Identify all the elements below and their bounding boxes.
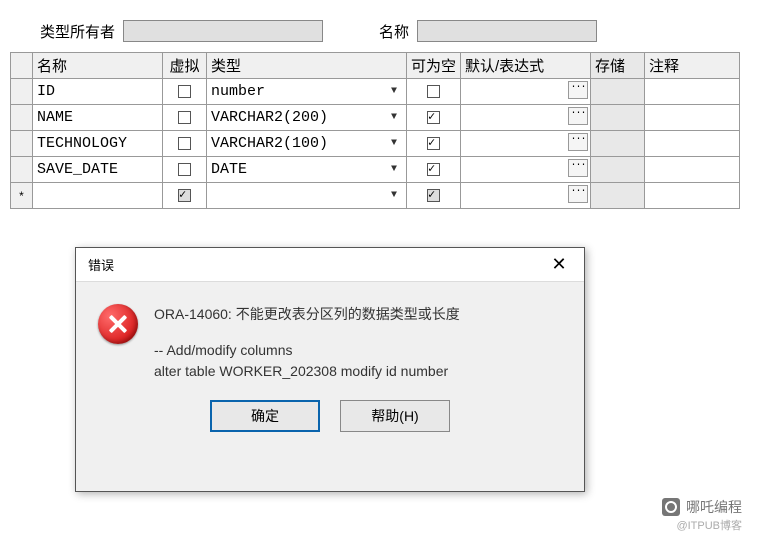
ellipsis-icon[interactable]: ···: [568, 159, 588, 177]
cell-comment[interactable]: [645, 131, 740, 157]
ellipsis-icon[interactable]: ···: [568, 133, 588, 151]
checkbox-icon[interactable]: [427, 163, 440, 176]
cell-store[interactable]: [591, 105, 645, 131]
cell-store[interactable]: [591, 157, 645, 183]
owner-input[interactable]: [123, 20, 323, 42]
checkbox-icon[interactable]: [178, 137, 191, 150]
close-icon[interactable]: ✕: [544, 254, 574, 275]
col-header-type[interactable]: 类型: [207, 53, 407, 79]
cell-virtual[interactable]: [163, 131, 207, 157]
cell-default[interactable]: ···: [461, 105, 591, 131]
cell-default[interactable]: ···: [461, 79, 591, 105]
name-filter-input[interactable]: [417, 20, 597, 42]
cell-default[interactable]: ···: [461, 131, 591, 157]
error-dialog: 错误 ✕ ORA-14060: 不能更改表分区列的数据类型或长度 -- Add/…: [75, 247, 585, 492]
dialog-titlebar[interactable]: 错误 ✕: [76, 248, 584, 282]
row-selector[interactable]: [11, 105, 33, 131]
table-row[interactable]: ID number▼ ···: [11, 79, 740, 105]
row-header-corner: [11, 53, 33, 79]
cell-comment[interactable]: [645, 105, 740, 131]
cell-name[interactable]: SAVE_DATE: [33, 157, 163, 183]
cell-name[interactable]: TECHNOLOGY: [33, 131, 163, 157]
cell-store[interactable]: [591, 183, 645, 209]
col-header-name[interactable]: 名称: [33, 53, 163, 79]
checkbox-icon[interactable]: [427, 111, 440, 124]
col-header-virtual[interactable]: 虚拟: [163, 53, 207, 79]
ok-button[interactable]: 确定: [210, 400, 320, 432]
cell-name[interactable]: ID: [33, 79, 163, 105]
dialog-title-text: 错误: [88, 255, 114, 274]
checkbox-icon[interactable]: [427, 189, 440, 202]
col-header-store[interactable]: 存储: [591, 53, 645, 79]
error-message: ORA-14060: 不能更改表分区列的数据类型或长度: [154, 304, 564, 324]
row-selector[interactable]: [11, 79, 33, 105]
cell-comment[interactable]: [645, 79, 740, 105]
cell-type[interactable]: DATE▼: [207, 157, 407, 183]
chevron-down-icon[interactable]: ▼: [386, 188, 402, 204]
table-row[interactable]: NAME VARCHAR2(200)▼ ···: [11, 105, 740, 131]
row-selector[interactable]: [11, 157, 33, 183]
error-sub-line1: -- Add/modify columns: [154, 340, 564, 361]
checkbox-icon[interactable]: [178, 163, 191, 176]
checkbox-icon[interactable]: [178, 111, 191, 124]
cell-type[interactable]: ▼: [207, 183, 407, 209]
watermark-sub: @ITPUB博客: [676, 517, 742, 533]
cell-type[interactable]: number▼: [207, 79, 407, 105]
columns-grid: 名称 虚拟 类型 可为空 默认/表达式 存储 注释 ID number▼ ···…: [10, 52, 740, 209]
ellipsis-icon[interactable]: ···: [568, 81, 588, 99]
cell-virtual[interactable]: [163, 157, 207, 183]
error-icon: [98, 304, 138, 344]
newrow-marker: *: [11, 183, 33, 209]
checkbox-icon[interactable]: [427, 137, 440, 150]
cell-store[interactable]: [591, 131, 645, 157]
watermark: 哪吒编程: [662, 497, 742, 517]
cell-nullable[interactable]: [407, 79, 461, 105]
cell-default[interactable]: ···: [461, 157, 591, 183]
cell-default[interactable]: ···: [461, 183, 591, 209]
help-button[interactable]: 帮助(H): [340, 400, 450, 432]
cell-comment[interactable]: [645, 157, 740, 183]
name-filter-label: 名称: [379, 21, 409, 42]
cell-name[interactable]: NAME: [33, 105, 163, 131]
cell-name[interactable]: [33, 183, 163, 209]
chevron-down-icon[interactable]: ▼: [386, 162, 402, 178]
new-row[interactable]: * ▼ ···: [11, 183, 740, 209]
cell-comment[interactable]: [645, 183, 740, 209]
checkbox-icon[interactable]: [178, 85, 191, 98]
col-header-nullable[interactable]: 可为空: [407, 53, 461, 79]
cell-type[interactable]: VARCHAR2(200)▼: [207, 105, 407, 131]
cell-nullable[interactable]: [407, 131, 461, 157]
cell-type[interactable]: VARCHAR2(100)▼: [207, 131, 407, 157]
col-header-comment[interactable]: 注释: [645, 53, 740, 79]
filter-bar: 类型所有者 名称: [0, 0, 760, 52]
error-sub-line2: alter table WORKER_202308 modify id numb…: [154, 361, 564, 382]
watermark-text: 哪吒编程: [686, 497, 742, 517]
checkbox-icon[interactable]: [427, 85, 440, 98]
cell-virtual[interactable]: [163, 183, 207, 209]
chevron-down-icon[interactable]: ▼: [386, 136, 402, 152]
table-row[interactable]: SAVE_DATE DATE▼ ···: [11, 157, 740, 183]
chevron-down-icon[interactable]: ▼: [386, 84, 402, 100]
ellipsis-icon[interactable]: ···: [568, 185, 588, 203]
cell-nullable[interactable]: [407, 183, 461, 209]
checkbox-icon[interactable]: [178, 189, 191, 202]
wechat-icon: [662, 498, 680, 516]
cell-nullable[interactable]: [407, 157, 461, 183]
table-row[interactable]: TECHNOLOGY VARCHAR2(100)▼ ···: [11, 131, 740, 157]
cell-nullable[interactable]: [407, 105, 461, 131]
cell-virtual[interactable]: [163, 105, 207, 131]
owner-label: 类型所有者: [40, 21, 115, 42]
row-selector[interactable]: [11, 131, 33, 157]
cell-virtual[interactable]: [163, 79, 207, 105]
cell-store[interactable]: [591, 79, 645, 105]
ellipsis-icon[interactable]: ···: [568, 107, 588, 125]
chevron-down-icon[interactable]: ▼: [386, 110, 402, 126]
col-header-default[interactable]: 默认/表达式: [461, 53, 591, 79]
